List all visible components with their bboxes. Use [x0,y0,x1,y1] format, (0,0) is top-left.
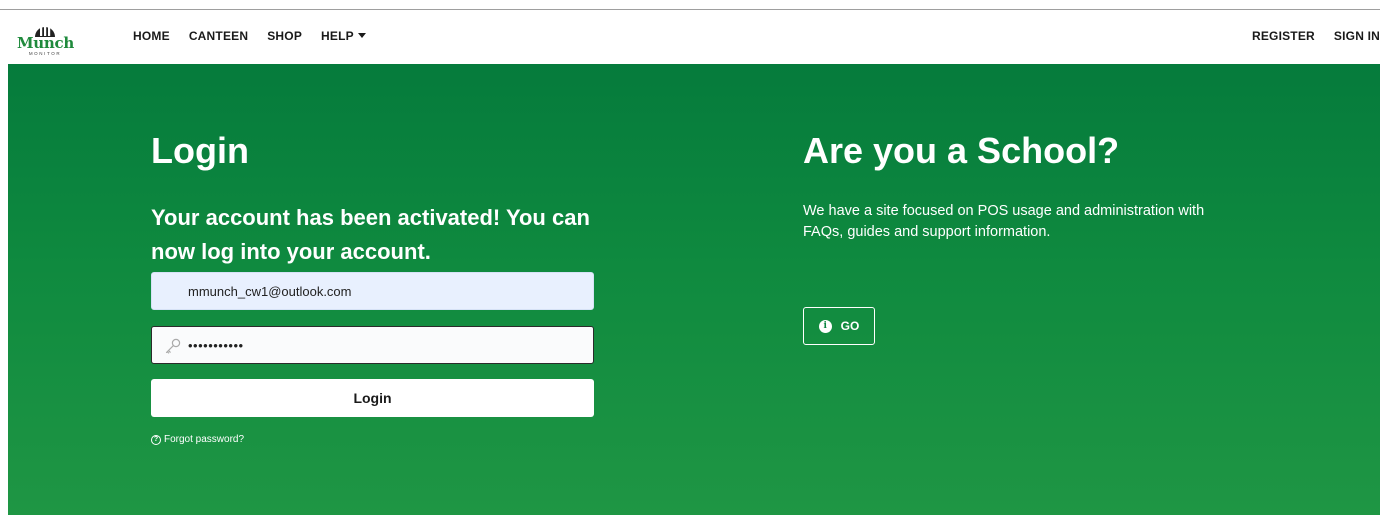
nav-home[interactable]: HOME [133,29,170,43]
school-title: Are you a School? [803,130,1120,171]
caret-down-icon [357,33,366,38]
navbar: Munch MONITOR HOME CANTEEN SHOP HELP REG… [8,10,1380,64]
nav-help-label: HELP [321,29,354,43]
brand-logo[interactable]: Munch MONITOR [17,16,74,60]
email-input[interactable] [188,273,588,309]
account-nav: REGISTER SIGN IN [1233,29,1380,43]
nav-sign-in[interactable]: SIGN IN [1334,29,1380,43]
password-input[interactable] [188,327,588,363]
key-icon [165,338,181,354]
login-button[interactable]: Login [151,379,594,417]
hero-section: Login Your account has been activated! Y… [8,64,1380,515]
page: Munch MONITOR HOME CANTEEN SHOP HELP REG… [0,0,1380,515]
forgot-password-label: Forgot password? [164,434,245,445]
brand-subtitle: MONITOR [28,51,62,56]
info-icon: i [818,319,832,333]
forgot-password-link[interactable]: ? Forgot password? [151,434,244,445]
email-field [151,272,594,310]
go-button[interactable]: i GO [803,307,875,345]
question-circle-icon: ? [151,434,161,445]
primary-nav: HOME CANTEEN SHOP HELP [133,29,385,43]
school-description: We have a site focused on POS usage and … [803,203,1205,240]
nav-help[interactable]: HELP [321,29,366,43]
brand-name: Munch [17,34,74,52]
nav-register[interactable]: REGISTER [1252,29,1315,43]
activation-message: Your account has been activated! You can… [151,205,590,264]
go-label: GO [840,319,860,333]
nav-shop[interactable]: SHOP [267,29,302,43]
password-field [151,326,594,364]
login-title: Login [151,130,249,171]
nav-canteen[interactable]: CANTEEN [189,29,248,43]
